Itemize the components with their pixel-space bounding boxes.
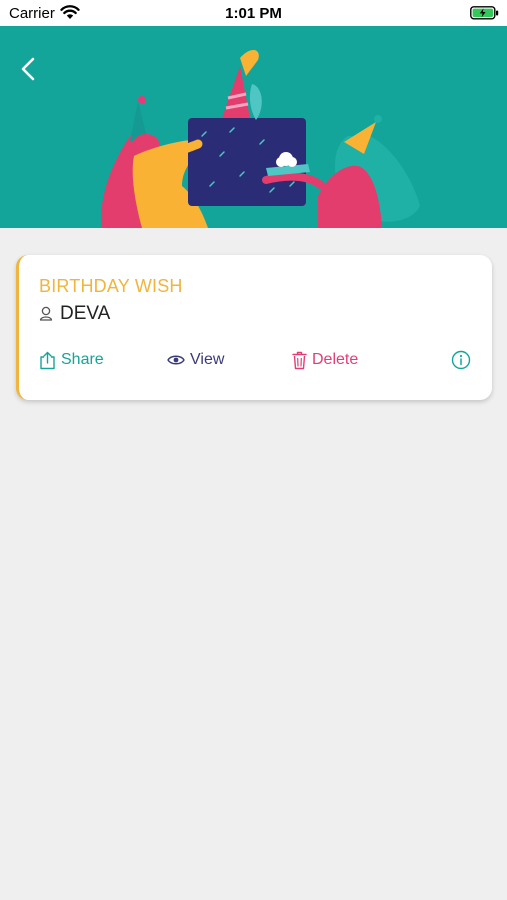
clock-time: 1:01 PM <box>225 5 282 22</box>
wish-card[interactable]: BIRTHDAY WISH DEVA Share View Delete <box>16 255 492 400</box>
trash-icon <box>292 351 307 369</box>
battery-icon <box>470 6 500 25</box>
view-button[interactable]: View <box>167 349 224 371</box>
person-icon <box>39 305 53 328</box>
share-label: Share <box>61 351 104 368</box>
person-name: DEVA <box>60 303 111 324</box>
view-label: View <box>190 351 225 368</box>
back-button[interactable] <box>14 54 44 84</box>
delete-label: Delete <box>312 351 359 368</box>
header-banner <box>0 26 507 228</box>
card-title: BIRTHDAY WISH <box>39 276 183 296</box>
share-icon <box>40 351 55 369</box>
info-button[interactable] <box>451 350 471 375</box>
birthday-illustration <box>101 49 420 228</box>
eye-icon <box>167 355 185 365</box>
status-bar: Carrier 1:01 PM <box>0 0 507 26</box>
back-arrow-icon <box>21 57 35 81</box>
info-icon <box>451 350 471 370</box>
share-button[interactable]: Share <box>39 349 104 371</box>
delete-button[interactable]: Delete <box>292 349 358 371</box>
